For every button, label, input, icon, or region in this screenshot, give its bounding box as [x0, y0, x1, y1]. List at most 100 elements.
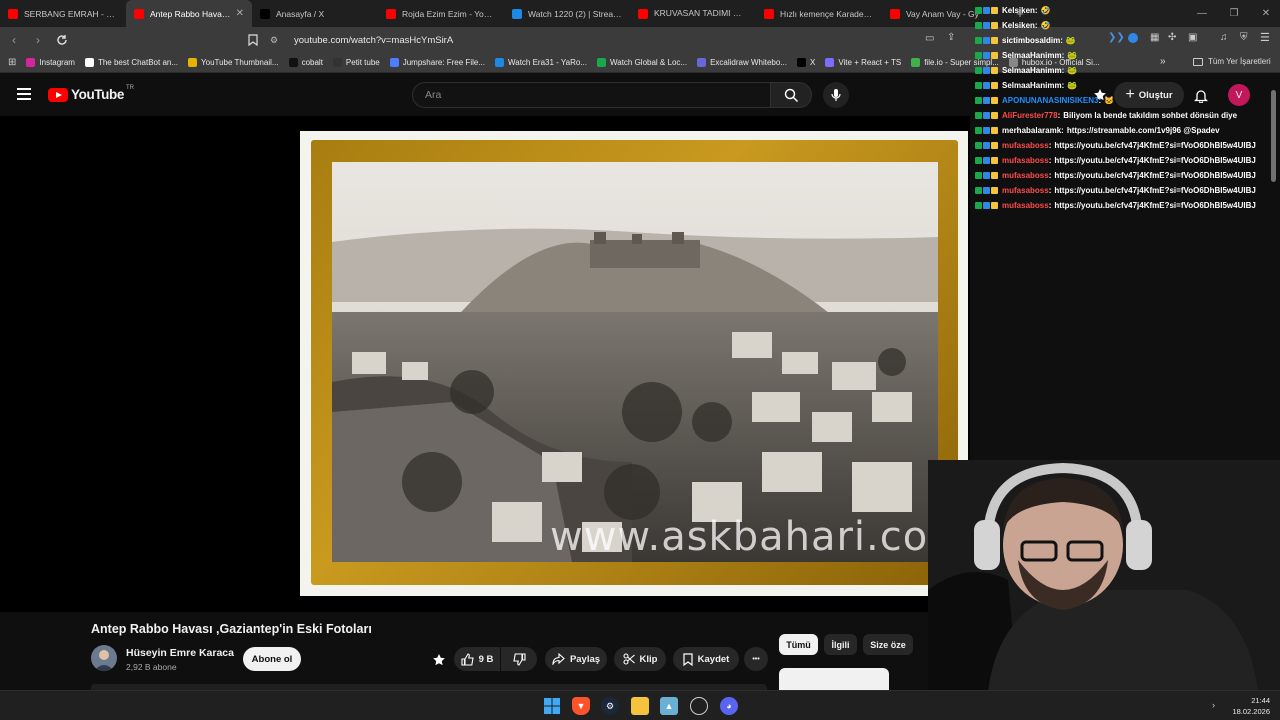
chat-badge-icon	[983, 51, 990, 59]
chat-badge-icon	[983, 141, 990, 149]
chat-badges	[975, 66, 999, 74]
bookmark-item[interactable]: cobalt	[288, 58, 323, 67]
browser-menu-icon[interactable]: ☰	[1260, 31, 1270, 44]
bookmark-item[interactable]: The best ChatBot an...	[84, 58, 178, 67]
chat-separator: :	[1061, 125, 1064, 135]
system-clock[interactable]: 21:44 18.02.2026	[1232, 695, 1270, 717]
old-photo-gaziantep: www.askbahari.com	[332, 162, 938, 562]
tray-chevron-icon[interactable]: ›	[1212, 700, 1215, 710]
chat-badge-icon	[991, 21, 998, 29]
like-button[interactable]: 9 B	[454, 647, 500, 671]
chat-badge-icon	[975, 6, 982, 14]
share-page-icon[interactable]: ⇪	[947, 32, 955, 43]
discord-icon[interactable]: ◕	[720, 697, 738, 715]
clip-button[interactable]: Klip	[614, 647, 666, 671]
bookmark-item[interactable]: Instagram	[26, 58, 75, 67]
obs-icon[interactable]	[690, 697, 708, 715]
search-placeholder: Ara	[425, 89, 442, 101]
chat-badge-icon	[983, 156, 990, 164]
channel-avatar[interactable]	[91, 645, 117, 671]
chat-text: https://youtu.be/cfv47j4KfmE?si=fVoO6DhB…	[1054, 140, 1256, 150]
bookmark-item[interactable]: X	[796, 58, 815, 67]
search-button[interactable]	[770, 82, 812, 108]
photos-icon[interactable]: ▲	[660, 697, 678, 715]
chat-badges	[975, 201, 999, 209]
bookmark-label: Watch Global & Loc...	[609, 58, 688, 67]
thumbs-up-icon	[461, 652, 474, 666]
chat-badges	[975, 36, 999, 44]
tab-label: Hızlı kemençe Karadeniz H	[780, 8, 874, 19]
bookmark-item[interactable]: YouTube Thumbnail...	[188, 58, 279, 67]
chat-badges	[975, 96, 999, 104]
tab-label: Antep Rabbo Havası ,Ga	[150, 8, 232, 19]
url-field[interactable]: ⚙ youtube.com/watch?v=masHcYmSirA	[270, 30, 970, 50]
share-button[interactable]: Paylaş	[545, 647, 607, 671]
chip-related[interactable]: İlgili	[824, 634, 857, 655]
chip-all[interactable]: Tümü	[779, 634, 818, 655]
chat-badge-icon	[975, 141, 982, 149]
bookmark-item[interactable]: Excalidraw Whitebo...	[697, 58, 787, 67]
chat-message: APONUNANASINISIKEN3 : 🐱	[975, 93, 1114, 107]
bookmark-page-icon[interactable]	[248, 33, 258, 51]
more-actions-button[interactable]: •••	[744, 647, 768, 671]
browser-tab[interactable]: Watch 1220 (2) | Streamab	[504, 0, 630, 27]
chat-badges	[975, 141, 999, 149]
browser-tab[interactable]: SERBANG EMRAH - ÇİVİLE	[0, 0, 126, 27]
save-button[interactable]: Kaydet	[673, 647, 739, 671]
chat-badge-icon	[983, 36, 990, 44]
chat-badges	[975, 186, 999, 194]
page-scrollbar[interactable]	[1271, 90, 1276, 182]
chat-badge-icon	[983, 21, 990, 29]
chat-separator: :	[1048, 200, 1052, 210]
chat-badge-icon	[991, 51, 998, 59]
chat-username: Kelsiken	[1002, 5, 1035, 15]
chat-username: mufasaboss	[1002, 200, 1049, 210]
file-explorer-icon[interactable]	[631, 697, 649, 715]
bookmark-item[interactable]: Jumpshare: Free File...	[389, 58, 485, 67]
bookmark-item[interactable]: Watch Global & Loc...	[596, 58, 688, 67]
chat-badge-icon	[991, 96, 998, 104]
voice-search-button[interactable]	[823, 82, 849, 108]
subscribe-button[interactable]: Abone ol	[243, 647, 301, 671]
browser-tab[interactable]: Anasayfa / X	[252, 0, 378, 27]
chat-badge-icon	[975, 126, 982, 134]
browser-tab[interactable]: Hızlı kemençe Karadeniz H	[756, 0, 882, 27]
chat-badge-icon	[975, 21, 982, 29]
chat-badge-icon	[991, 6, 998, 14]
tab-label: Anasayfa / X	[276, 8, 325, 19]
close-tab-icon[interactable]: ✕	[236, 8, 244, 19]
apps-grid-icon[interactable]: ⊞	[8, 57, 16, 68]
bookmark-item[interactable]: Watch Era31 - YaRo...	[494, 58, 587, 67]
youtube-logo[interactable]: YouTube TR	[48, 85, 134, 102]
chip-for-you[interactable]: Size öze	[863, 634, 913, 655]
bookmark-item[interactable]: Petit tube	[332, 58, 380, 67]
cast-icon[interactable]: ▭	[925, 33, 934, 44]
channel-name[interactable]: Hüseyin Emre Karaca	[126, 647, 234, 659]
chat-badge-icon	[983, 81, 990, 89]
chat-separator: :	[1034, 20, 1038, 30]
reload-icon[interactable]	[52, 30, 72, 50]
forward-icon[interactable]: ›	[28, 30, 48, 50]
back-icon[interactable]: ‹	[4, 30, 24, 50]
dislike-button[interactable]	[501, 647, 537, 671]
chat-badge-icon	[991, 126, 998, 134]
bookmark-favicon-icon	[26, 58, 36, 67]
bookmark-favicon-icon	[389, 58, 399, 67]
extension-action-icon[interactable]	[432, 653, 446, 672]
browser-tab[interactable]: KRUVASAN TADIMI 🥐 EV	[630, 0, 756, 27]
recommended-card[interactable]	[779, 668, 889, 690]
site-settings-icon[interactable]: ⚙	[270, 35, 280, 45]
browser-tab[interactable]: Antep Rabbo Havası ,Ga ✕	[126, 0, 252, 27]
chat-badge-icon	[975, 156, 982, 164]
bookmark-favicon-icon	[697, 58, 707, 67]
steam-icon[interactable]: ⚙	[601, 697, 619, 715]
browser-tab[interactable]: Rojda Ezim Ezim - YouTube	[378, 0, 504, 27]
chat-badge-icon	[983, 96, 990, 104]
brave-browser-icon[interactable]: ▼	[572, 697, 590, 715]
chat-username: APONUNANASINISIKEN3	[1002, 95, 1099, 105]
bookmark-item[interactable]: Vite + React + TS	[825, 58, 901, 67]
windows-start-icon[interactable]	[543, 697, 561, 715]
guide-menu-icon[interactable]	[17, 88, 31, 100]
chat-separator: :	[1098, 95, 1102, 105]
search-input[interactable]: Ara	[412, 82, 770, 108]
